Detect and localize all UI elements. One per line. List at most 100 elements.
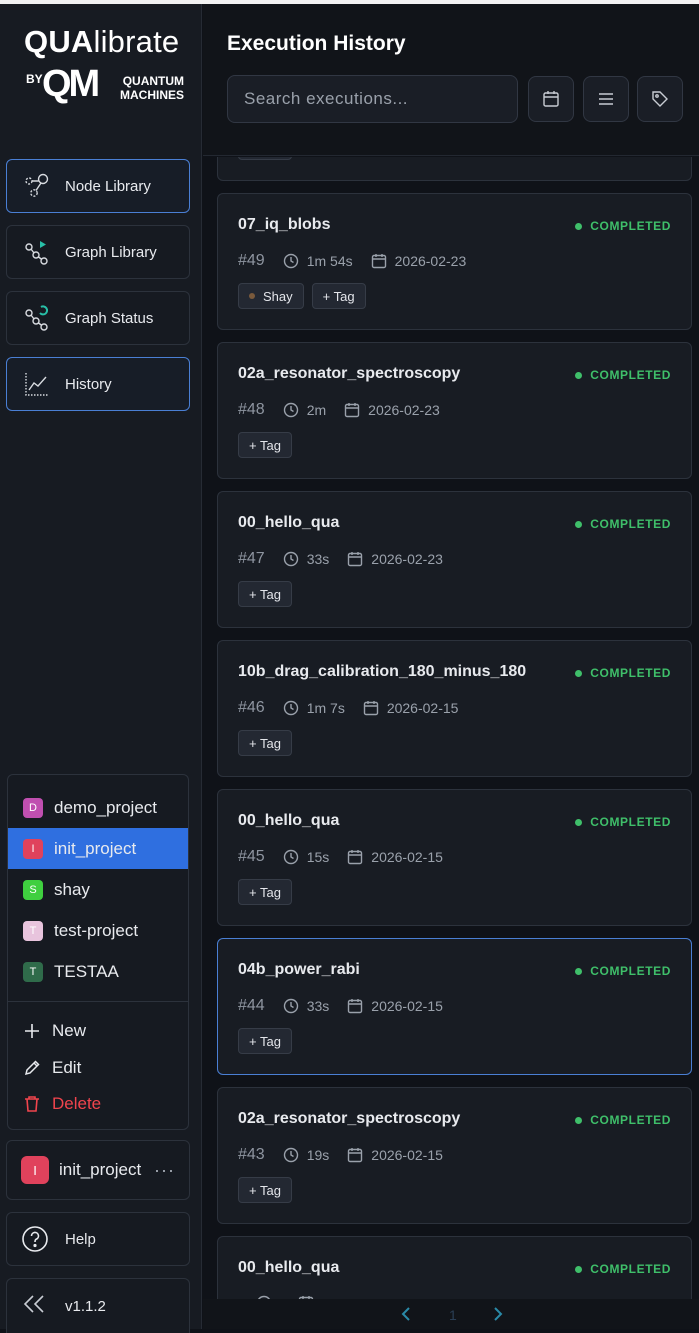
execution-duration: 15s: [283, 849, 330, 865]
execution-duration: 2m: [283, 402, 326, 418]
nav-label: Node Library: [65, 177, 151, 195]
execution-name: 04b_power_rabi: [238, 961, 360, 978]
execution-card[interactable]: 02a_resonator_spectroscopy COMPLETED #48 2m…: [217, 342, 692, 479]
date-text: 2026-02-23: [394, 253, 467, 269]
nav-label: History: [65, 375, 112, 393]
execution-card[interactable]: 04b_power_rabi COMPLETED #44 33s 2026-02-15 +…: [217, 938, 692, 1075]
chevron-left-icon[interactable]: [401, 1307, 411, 1326]
add-tag-button[interactable]: + Tag: [238, 730, 292, 756]
menu-divider: [8, 1001, 188, 1002]
project-name: TESTAA: [54, 961, 119, 981]
nav-graph-status[interactable]: Graph Status: [6, 291, 190, 345]
execution-name: 00_hello_qua: [238, 1259, 340, 1276]
execution-meta: #44 33s 2026-02-15: [238, 997, 461, 1015]
status-text: COMPLETED: [590, 1113, 671, 1127]
action-label: New: [52, 1021, 87, 1040]
project-badge: I: [21, 1156, 49, 1184]
date-text: 2026-02-15: [386, 700, 459, 716]
execution-duration: 1m 54s: [283, 253, 353, 269]
logo-by: BY: [26, 72, 43, 86]
execution-card[interactable]: 07_iq_blobs COMPLETED #49 1m 54s 2026-02-23 S…: [217, 193, 692, 330]
tag-filter-button[interactable]: [637, 76, 683, 122]
execution-meta: #45 15s 2026-02-15: [238, 848, 461, 866]
status-badge: COMPLETED: [575, 517, 671, 531]
project-badge: S: [23, 879, 43, 900]
execution-date: 2026-02-23: [344, 402, 440, 418]
status-text: COMPLETED: [590, 517, 671, 531]
execution-card[interactable]: 00_hello_qua COMPLETED: [217, 1236, 692, 1299]
execution-name: 00_hello_qua: [238, 812, 340, 829]
project-badge: D: [23, 797, 43, 818]
clock-icon: [283, 253, 298, 269]
nav-history[interactable]: History: [6, 357, 190, 411]
nav-graph-library[interactable]: Graph Library: [6, 225, 190, 279]
execution-name: 10b_drag_calibration_180_minus_180: [238, 663, 527, 680]
project-badge: I: [23, 838, 43, 859]
execution-meta: #46 1m 7s 2026-02-15: [238, 699, 476, 717]
project-badge: T: [23, 920, 43, 941]
project-badge: T: [23, 961, 43, 982]
clock-icon: [283, 849, 298, 865]
history-chart-icon: [21, 368, 53, 400]
execution-card[interactable]: 00_hello_qua COMPLETED #47 33s 2026-02-23 + T…: [217, 491, 692, 628]
add-tag-button[interactable]: + Tag: [238, 581, 292, 607]
add-tag-button[interactable]: + Tag: [238, 432, 292, 458]
project-item-testaa[interactable]: T TESTAA: [8, 951, 188, 992]
project-item-shay[interactable]: S shay: [8, 869, 188, 910]
execution-name: 02a_resonator_spectroscopy: [238, 1110, 461, 1127]
new-project-button[interactable]: New: [8, 1015, 188, 1047]
collapse-sidebar-button[interactable]: v1.1.2: [6, 1278, 190, 1333]
tag-list: + Tag: [238, 879, 300, 905]
status-dot-icon: [575, 669, 583, 677]
add-tag-button[interactable]: + Tag: [238, 1177, 292, 1203]
project-name: init_project: [54, 838, 137, 858]
execution-number: #49: [238, 252, 265, 269]
execution-card[interactable]: 10b_drag_calibration_180_minus_180 COMPLE…: [217, 640, 692, 777]
project-item-demo-project[interactable]: D demo_project: [8, 787, 188, 828]
list-view-button[interactable]: [583, 76, 629, 122]
sidebar: QUAlibrate BY QM QUANTUM MACHINES Node L…: [0, 4, 202, 1333]
clock-icon: [283, 998, 298, 1014]
project-name: shay: [54, 879, 90, 899]
date-text: 2026-02-15: [371, 849, 443, 865]
date-text: 2026-02-15: [371, 1147, 443, 1163]
status-dot-icon: [575, 520, 583, 528]
page-number[interactable]: 1: [449, 1307, 457, 1323]
date-text: 2026-02-23: [371, 551, 443, 567]
add-tag-button[interactable]: + Tag: [311, 283, 366, 309]
execution-card[interactable]: 00_hello_qua COMPLETED #45 15s 2026-02-15 + T…: [217, 789, 692, 926]
tag-list: + Tag: [238, 1028, 300, 1054]
add-tag-button[interactable]: + Tag: [238, 879, 292, 905]
nav-node-library[interactable]: Node Library: [6, 159, 190, 213]
status-text: COMPLETED: [590, 666, 671, 680]
add-tag-button[interactable]: + Tag: [238, 1028, 292, 1054]
execution-meta: #43 19s 2026-02-15: [238, 1146, 461, 1164]
status-badge: COMPLETED: [575, 368, 671, 382]
chevron-right-icon[interactable]: [493, 1307, 503, 1326]
execution-card[interactable]: 02a_resonator_spectroscopy COMPLETED #43 19…: [217, 1087, 692, 1224]
search-input[interactable]: [227, 75, 518, 123]
edit-project-button[interactable]: Edit: [8, 1052, 188, 1084]
delete-project-button[interactable]: Delete: [8, 1088, 188, 1120]
help-label: Help: [65, 1230, 96, 1248]
tag-chip[interactable]: Shay: [238, 283, 304, 309]
duration-text: 15s: [306, 849, 330, 865]
project-item-test-project[interactable]: T test-project: [8, 910, 188, 951]
current-project-selector[interactable]: I init_project ···: [6, 1140, 190, 1200]
help-button[interactable]: Help: [6, 1212, 190, 1266]
clock-icon: [283, 402, 298, 418]
tag-label: Shay: [263, 288, 293, 304]
more-options-icon[interactable]: ···: [154, 1160, 175, 1181]
project-item-init-project[interactable]: I init_project: [8, 828, 188, 869]
execution-duration: 19s: [283, 1147, 329, 1163]
duration-text: 2m: [306, 402, 327, 418]
status-text: COMPLETED: [590, 815, 671, 829]
clock-icon: [283, 700, 298, 716]
execution-card[interactable]: [217, 157, 692, 181]
date-filter-button[interactable]: [528, 76, 574, 122]
double-chevron-left-icon: [23, 1294, 51, 1319]
plus-icon: [23, 1023, 41, 1039]
action-label: Edit: [52, 1058, 82, 1077]
pagination: 1: [203, 1299, 699, 1329]
duration-text: 33s: [306, 998, 330, 1014]
